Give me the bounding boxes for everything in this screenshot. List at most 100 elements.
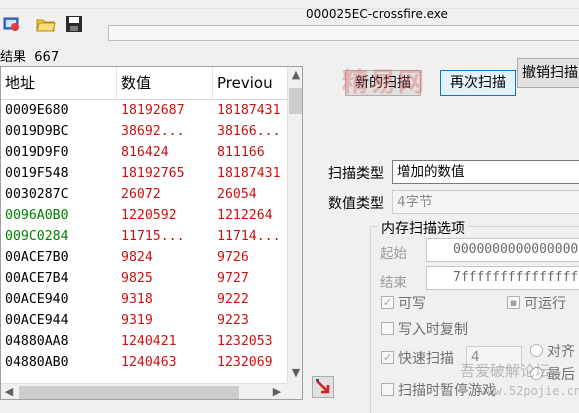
table-row[interactable]: 0009E680 18192687 18187431 xyxy=(1,100,287,121)
horizontal-scrollbar[interactable]: ◀ ▶ xyxy=(1,383,287,399)
column-header-address[interactable]: 地址 xyxy=(1,67,117,99)
vertical-scroll-thumb[interactable] xyxy=(289,88,302,114)
memory-options-title: 内存扫描选项 xyxy=(378,218,468,238)
pause-game-checkbox[interactable] xyxy=(381,383,394,396)
table-row[interactable]: 00ACE7B4 9825 9727 xyxy=(1,268,287,289)
watermark-url: www.52pojie.cn xyxy=(480,384,579,398)
align-label: 对齐 xyxy=(547,344,575,360)
table-row[interactable]: 00ACE7B0 9824 9726 xyxy=(1,247,287,268)
cell-previous: 9727 xyxy=(217,271,249,286)
value-type-label: 数值类型 xyxy=(328,196,384,212)
writable-label: 可写 xyxy=(398,296,426,312)
scroll-up-icon[interactable]: ▲ xyxy=(288,67,302,83)
cell-value: 11715... xyxy=(121,229,185,244)
watermark-top: 精易网 xyxy=(342,68,427,98)
cell-previous: 18187431 xyxy=(217,103,281,118)
cell-previous: 38166... xyxy=(217,124,281,139)
cell-previous: 811166 xyxy=(217,145,265,160)
red-arrow-icon xyxy=(316,379,330,394)
table-row[interactable]: 0096A0B0 1220592 1212264 xyxy=(1,205,287,226)
open-file-icon[interactable] xyxy=(34,12,58,36)
cell-value: 38692... xyxy=(121,124,185,139)
start-address-field[interactable]: 0000000000000000 xyxy=(426,238,579,262)
cell-previous: 9222 xyxy=(217,292,249,307)
value-type-select[interactable]: 4字节 xyxy=(392,190,579,214)
column-header-value[interactable]: 数值 xyxy=(117,67,213,99)
process-title: 000025EC-crossfire.exe xyxy=(306,7,448,21)
table-row[interactable]: 009C0284 11715... 11714... xyxy=(1,226,287,247)
scroll-left-icon[interactable]: ◀ xyxy=(1,384,17,399)
cell-address: 0019D9BC xyxy=(5,124,69,139)
cell-value: 9318 xyxy=(121,292,153,307)
cell-address: 0019D9F0 xyxy=(5,145,69,160)
start-label: 起始 xyxy=(380,246,407,262)
cell-value: 26072 xyxy=(121,187,161,202)
process-select-icon[interactable] xyxy=(0,12,24,36)
column-header-previous[interactable]: Previou xyxy=(213,67,287,99)
watermark-bottom: 吾爱破解论坛 xyxy=(460,362,551,380)
progress-bar xyxy=(108,25,579,41)
add-to-address-list-button[interactable] xyxy=(312,376,334,398)
cell-value: 1240463 xyxy=(121,355,177,370)
cell-address: 00ACE944 xyxy=(5,313,69,328)
copy-on-write-checkbox[interactable] xyxy=(381,322,394,335)
save-icon[interactable] xyxy=(62,12,86,36)
table-row[interactable]: 0019D9F0 816424 811166 xyxy=(1,142,287,163)
writable-checkbox[interactable]: ✓ xyxy=(381,296,394,309)
cell-previous: 11714... xyxy=(217,229,281,244)
cell-value: 18192765 xyxy=(121,166,185,181)
next-scan-button[interactable]: 再次扫描 xyxy=(440,70,516,96)
cell-previous: 9223 xyxy=(217,313,249,328)
list-rows: 0009E680 18192687 18187431 0019D9BC 38692...… xyxy=(1,100,287,373)
table-row[interactable]: 00ACE940 9318 9222 xyxy=(1,289,287,310)
horizontal-scroll-thumb[interactable] xyxy=(19,386,239,399)
scroll-down-icon[interactable]: ▼ xyxy=(288,365,302,381)
align-radio[interactable] xyxy=(530,344,543,357)
table-row[interactable]: 00ACE944 9319 9223 xyxy=(1,310,287,331)
results-count: 结果 667 xyxy=(0,46,59,65)
cell-previous: 18187431 xyxy=(217,166,281,181)
cell-address: 0009E680 xyxy=(5,103,69,118)
scan-type-label: 扫描类型 xyxy=(328,166,384,182)
scroll-corner xyxy=(287,383,302,399)
scroll-right-icon[interactable]: ▶ xyxy=(269,384,285,399)
cell-previous: 26054 xyxy=(217,187,257,202)
cell-address: 0030287C xyxy=(5,187,69,202)
title-strip xyxy=(0,0,579,9)
cell-address: 04880AA8 xyxy=(5,334,69,349)
end-label: 结束 xyxy=(380,275,407,291)
cell-address: 00ACE7B0 xyxy=(5,250,69,265)
table-row[interactable]: 0019F548 18192765 18187431 xyxy=(1,163,287,184)
cell-value: 1220592 xyxy=(121,208,177,223)
cell-address: 00ACE940 xyxy=(5,292,69,307)
cell-previous: 9726 xyxy=(217,250,249,265)
list-header: 地址 数值 Previou xyxy=(1,67,287,100)
vertical-scrollbar[interactable]: ▲ ▼ xyxy=(287,67,302,383)
executable-checkbox[interactable]: ▪ xyxy=(507,296,520,309)
cell-value: 9825 xyxy=(121,271,153,286)
cell-value: 816424 xyxy=(121,145,169,160)
fast-scan-label: 快速扫描 xyxy=(398,351,454,367)
cell-value: 18192687 xyxy=(121,103,185,118)
results-label: 结果 xyxy=(0,50,27,65)
cell-address: 04880AB0 xyxy=(5,355,69,370)
fast-scan-checkbox[interactable]: ✓ xyxy=(381,351,394,364)
executable-label: 可运行 xyxy=(524,296,566,312)
last-digits-label: 最后 xyxy=(547,367,575,383)
cell-address: 0019F548 xyxy=(5,166,69,181)
cell-previous: 1232053 xyxy=(217,334,273,349)
copy-on-write-label: 写入时复制 xyxy=(398,322,468,338)
table-row[interactable]: 0030287C 26072 26054 xyxy=(1,184,287,205)
scan-type-select[interactable]: 增加的数值 xyxy=(392,160,579,184)
results-list[interactable]: 地址 数值 Previou 0009E680 18192687 18187431 00… xyxy=(0,66,303,400)
table-row[interactable]: 04880AB0 1240463 1232069 xyxy=(1,352,287,373)
cell-previous: 1232069 xyxy=(217,355,273,370)
table-row[interactable]: 0019D9BC 38692... 38166... xyxy=(1,121,287,142)
undo-scan-button[interactable]: 撤销扫描 xyxy=(517,58,579,88)
end-address-field[interactable]: 7fffffffffffffff xyxy=(426,266,579,290)
cell-value: 9824 xyxy=(121,250,153,265)
cell-address: 009C0284 xyxy=(5,229,69,244)
table-row[interactable]: 04880AA8 1240421 1232053 xyxy=(1,331,287,352)
cell-value: 9319 xyxy=(121,313,153,328)
cell-address: 0096A0B0 xyxy=(5,208,69,223)
